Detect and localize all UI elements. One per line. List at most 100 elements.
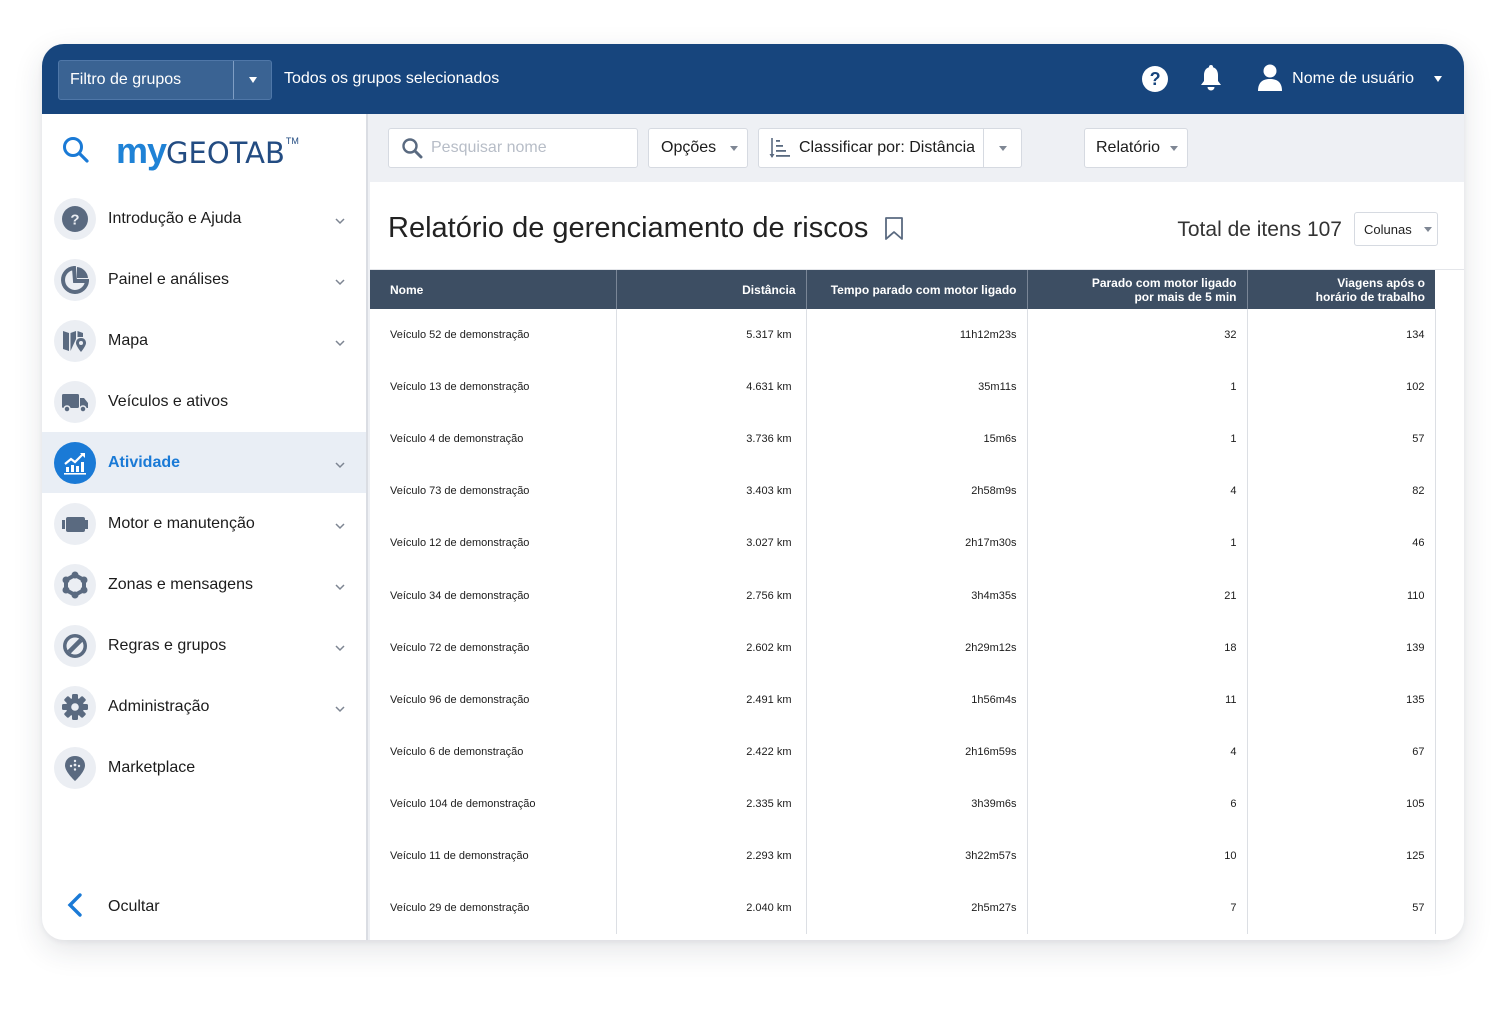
- toolbar: Opções Classificar por: Distância: [370, 114, 1464, 182]
- cell-after-hours-trips: 135: [1247, 673, 1436, 726]
- table-row[interactable]: Veículo 52 de demonstração 5.317 km 11h12m…: [370, 309, 1436, 362]
- options-dropdown[interactable]: Opções: [648, 128, 748, 168]
- report-dropdown[interactable]: Relatório: [1084, 128, 1188, 168]
- column-header-idle-time[interactable]: Tempo parado com motor ligado: [806, 270, 1028, 309]
- cell-idle-over-5min: 1: [1027, 413, 1248, 466]
- group-filter-toggle[interactable]: [233, 61, 271, 99]
- zones-icon: [54, 563, 96, 606]
- cell-idle-over-5min: 1: [1027, 517, 1248, 570]
- chevron-down-icon: [334, 517, 346, 535]
- cell-idle-over-5min: 7: [1027, 882, 1248, 935]
- column-header-distance[interactable]: Distância: [616, 270, 807, 309]
- sidebar-item-label: Marketplace: [108, 758, 196, 776]
- column-header-after-hours-trips[interactable]: Viagens após o horário de trabalho: [1247, 270, 1435, 309]
- sidebar-item-label: Regras e grupos: [108, 636, 227, 654]
- cell-distance: 4.631 km: [616, 361, 807, 414]
- column-header-name[interactable]: Nome: [370, 270, 617, 309]
- cell-after-hours-trips: 82: [1247, 465, 1436, 518]
- cell-after-hours-trips: 125: [1247, 829, 1436, 883]
- table-row[interactable]: Veículo 104 de demonstração 2.335 km 3h39m…: [370, 777, 1436, 830]
- main-area: Opções Classificar por: Distância: [370, 114, 1464, 940]
- help-icon[interactable]: ?: [1142, 66, 1169, 92]
- gear-icon: [54, 685, 96, 728]
- cell-idle-time: 3h4m35s: [806, 569, 1028, 622]
- sidebar-item-map[interactable]: Mapa: [42, 310, 366, 371]
- question-icon: ?: [54, 197, 96, 240]
- sidebar-item-activity[interactable]: Atividade: [42, 432, 366, 493]
- caret-down-icon: [248, 77, 257, 83]
- sidebar-item-zones[interactable]: Zonas e mensagens: [42, 554, 366, 615]
- table-row[interactable]: Veículo 4 de demonstração 3.736 km 15m6s 1 5…: [370, 413, 1436, 466]
- mygeotab-logo[interactable]: my GEOTAB TM: [116, 130, 299, 172]
- cell-idle-time: 2h16m59s: [806, 725, 1028, 778]
- chevron-down-icon: [334, 700, 346, 718]
- sidebar-item-rules[interactable]: Regras e grupos: [42, 615, 366, 676]
- hide-sidebar-button[interactable]: Ocultar: [42, 892, 366, 922]
- cell-distance: 2.602 km: [616, 621, 807, 674]
- sort-toggle[interactable]: [983, 129, 1021, 167]
- bookmark-icon[interactable]: [884, 216, 904, 242]
- cell-idle-time: 15m6s: [806, 413, 1028, 466]
- cell-distance: 2.422 km: [616, 725, 807, 778]
- table-row[interactable]: Veículo 96 de demonstração 2.491 km 1h56m4…: [370, 673, 1436, 726]
- chevron-left-icon: [66, 892, 84, 923]
- table-row[interactable]: Veículo 12 de demonstração 3.027 km 2h17m3…: [370, 517, 1436, 570]
- cell-idle-over-5min: 18: [1027, 621, 1248, 674]
- table-row[interactable]: Veículo 13 de demonstração 4.631 km 35m11s…: [370, 361, 1436, 414]
- chevron-down-icon: [334, 273, 346, 291]
- table-row[interactable]: Veículo 73 de demonstração 3.403 km 2h58m9…: [370, 465, 1436, 518]
- map-pin-icon: [54, 319, 96, 362]
- cell-after-hours-trips: 57: [1247, 413, 1436, 466]
- cell-idle-over-5min: 32: [1027, 309, 1248, 362]
- sidebar: my GEOTAB TM ? Introdução e Ajuda Painel…: [42, 114, 368, 940]
- cell-distance: 2.293 km: [616, 829, 807, 883]
- cell-idle-over-5min: 4: [1027, 725, 1248, 778]
- cell-name: Veículo 6 de demonstração: [370, 725, 617, 778]
- cell-name: Veículo 72 de demonstração: [370, 621, 617, 674]
- rules-icon: [54, 624, 96, 667]
- table-row[interactable]: Veículo 72 de demonstração 2.602 km 2h29m1…: [370, 621, 1436, 674]
- sort-dropdown[interactable]: Classificar por: Distância: [758, 128, 1022, 168]
- column-header-idle-over-5min[interactable]: Parado com motor ligado por mais de 5 mi…: [1027, 270, 1248, 309]
- user-menu[interactable]: Nome de usuário: [1258, 63, 1442, 96]
- sidebar-item-marketplace[interactable]: Marketplace: [42, 737, 366, 798]
- cell-idle-time: 3h22m57s: [806, 829, 1028, 883]
- table-row[interactable]: Veículo 29 de demonstração 2.040 km 2h5m27…: [370, 882, 1436, 935]
- sidebar-item-administration[interactable]: Administração: [42, 676, 366, 737]
- table-row[interactable]: Veículo 11 de demonstração 2.293 km 3h22m5…: [370, 829, 1436, 883]
- pie-chart-icon: [54, 258, 96, 301]
- sidebar-item-label: Administração: [108, 697, 210, 715]
- table-row[interactable]: Veículo 6 de demonstração 2.422 km 2h16m59…: [370, 725, 1436, 778]
- sidebar-item-getting-started[interactable]: ? Introdução e Ajuda: [42, 188, 366, 249]
- table-row[interactable]: Veículo 34 de demonstração 2.756 km 3h4m35…: [370, 569, 1436, 622]
- cell-name: Veículo 13 de demonstração: [370, 361, 617, 414]
- sidebar-item-vehicles[interactable]: Veículos e ativos: [42, 371, 366, 432]
- caret-down-icon: [1170, 145, 1179, 151]
- cell-idle-time: 11h12m23s: [806, 309, 1028, 362]
- search-input[interactable]: [431, 139, 621, 157]
- group-filter-dropdown[interactable]: Filtro de grupos: [58, 60, 272, 100]
- cell-idle-over-5min: 10: [1027, 829, 1248, 883]
- search-field[interactable]: [388, 128, 638, 168]
- options-label: Opções: [661, 139, 717, 156]
- logo-my: my: [116, 130, 167, 171]
- cell-name: Veículo 4 de demonstração: [370, 413, 617, 466]
- logo-trademark: TM: [285, 136, 299, 146]
- sidebar-item-dashboard[interactable]: Painel e análises: [42, 249, 366, 310]
- sidebar-item-engine[interactable]: Motor e manutenção: [42, 493, 366, 554]
- cell-name: Veículo 12 de demonstração: [370, 517, 617, 570]
- sidebar-item-label: Painel e análises: [108, 270, 229, 288]
- sidebar-item-label: Veículos e ativos: [108, 392, 229, 410]
- group-summary: Todos os grupos selecionados: [284, 70, 500, 87]
- report-label: Relatório: [1096, 139, 1161, 156]
- cell-name: Veículo 96 de demonstração: [370, 673, 617, 726]
- cell-name: Veículo 34 de demonstração: [370, 569, 617, 622]
- columns-dropdown[interactable]: Colunas: [1354, 212, 1438, 246]
- cell-distance: 3.027 km: [616, 517, 807, 570]
- cell-distance: 5.317 km: [616, 309, 807, 362]
- search-icon[interactable]: [62, 136, 90, 169]
- cell-name: Veículo 29 de demonstração: [370, 882, 617, 935]
- bell-icon[interactable]: [1198, 65, 1224, 93]
- logo-row: my GEOTAB TM: [42, 114, 366, 184]
- cell-after-hours-trips: 46: [1247, 517, 1436, 570]
